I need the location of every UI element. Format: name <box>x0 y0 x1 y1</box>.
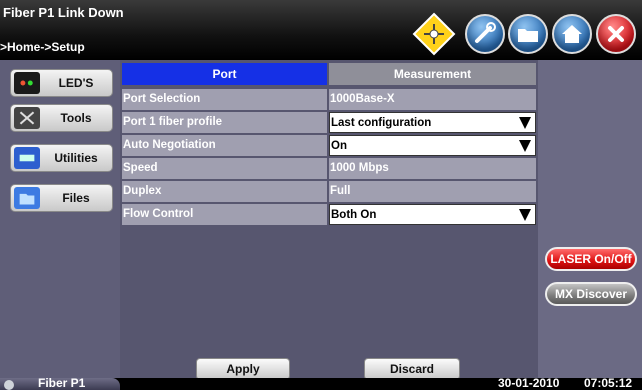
row-duplex: Duplex Full <box>122 181 536 202</box>
breadcrumb: >Home->Setup <box>0 40 85 54</box>
fiber-profile-select[interactable]: Last configuration <box>329 112 536 133</box>
row-port-selection: Port Selection 1000Base-X <box>122 89 536 110</box>
sidebar-item-tools[interactable]: Tools <box>10 104 113 132</box>
sidebar-item-label: LED'S <box>58 76 94 90</box>
led-icon <box>14 72 40 94</box>
status-time: 07:05:12 <box>584 376 633 390</box>
dropdown-arrow-icon <box>519 209 531 221</box>
apply-button[interactable]: Apply <box>196 358 290 380</box>
header-bar: Fiber P1 Link Down >Home->Setup <box>0 0 642 60</box>
tab-measurement[interactable]: Measurement <box>329 63 536 85</box>
row-label: Port Selection <box>122 89 327 110</box>
laser-toggle-button[interactable]: LASER On/Off <box>545 247 637 271</box>
auto-negotiation-select[interactable]: On <box>329 135 536 156</box>
port-status-tab[interactable]: Fiber P1 <box>0 376 120 390</box>
sidebar-item-utilities[interactable]: Utilities <box>10 144 113 172</box>
tab-port[interactable]: Port <box>122 63 327 85</box>
dropdown-arrow-icon <box>519 140 531 152</box>
flow-control-select[interactable]: Both On <box>329 204 536 225</box>
mx-discover-button[interactable]: MX Discover <box>545 282 637 306</box>
row-label: Duplex <box>122 181 327 202</box>
select-value: On <box>331 140 347 152</box>
sidebar-item-files[interactable]: Files <box>10 184 113 212</box>
utilities-icon <box>14 147 40 169</box>
row-label: Auto Negotiation <box>122 135 327 156</box>
duplex-value: Full <box>329 181 536 202</box>
row-auto-negotiation: Auto Negotiation On <box>122 135 536 156</box>
row-label: Flow Control <box>122 204 327 225</box>
files-icon <box>14 187 40 209</box>
right-panel: LASER On/Off MX Discover <box>538 60 642 384</box>
row-fiber-profile: Port 1 fiber profile Last configuration <box>122 112 536 133</box>
screen: Fiber P1 Link Down >Home->Setup LED'S To… <box>0 0 642 390</box>
row-flow-control: Flow Control Both On <box>122 204 536 225</box>
sidebar-item-label: Tools <box>60 111 92 125</box>
port-led-icon <box>4 380 14 390</box>
setup-panel: Port Measurement Port Selection 1000Base… <box>120 60 538 384</box>
row-label: Port 1 fiber profile <box>122 112 327 133</box>
discard-button[interactable]: Discard <box>364 358 460 380</box>
close-icon[interactable] <box>596 14 636 54</box>
status-date: 30-01-2010 <box>498 376 560 390</box>
folder-icon[interactable] <box>508 14 548 54</box>
warning-icon[interactable] <box>412 12 456 56</box>
speed-value: 1000 Mbps <box>329 158 536 179</box>
sidebar-item-label: Files <box>62 191 90 205</box>
port-selection-value: 1000Base-X <box>329 89 536 110</box>
row-speed: Speed 1000 Mbps <box>122 158 536 179</box>
tools-icon[interactable] <box>465 14 505 54</box>
status-bar: Fiber P1 30-01-2010 07:05:12 <box>0 376 642 390</box>
select-value: Last configuration <box>331 117 432 129</box>
home-icon[interactable] <box>552 14 592 54</box>
sidebar-item-label: Utilities <box>54 151 98 165</box>
window-title: Fiber P1 Link Down <box>3 5 124 20</box>
port-status-label: Fiber P1 <box>38 376 86 390</box>
sidebar: LED'S Tools Utilities Files <box>0 60 120 384</box>
tools-icon <box>14 107 40 129</box>
sidebar-item-leds[interactable]: LED'S <box>10 69 113 97</box>
dropdown-arrow-icon <box>519 117 531 129</box>
row-label: Speed <box>122 158 327 179</box>
select-value: Both On <box>331 209 377 221</box>
